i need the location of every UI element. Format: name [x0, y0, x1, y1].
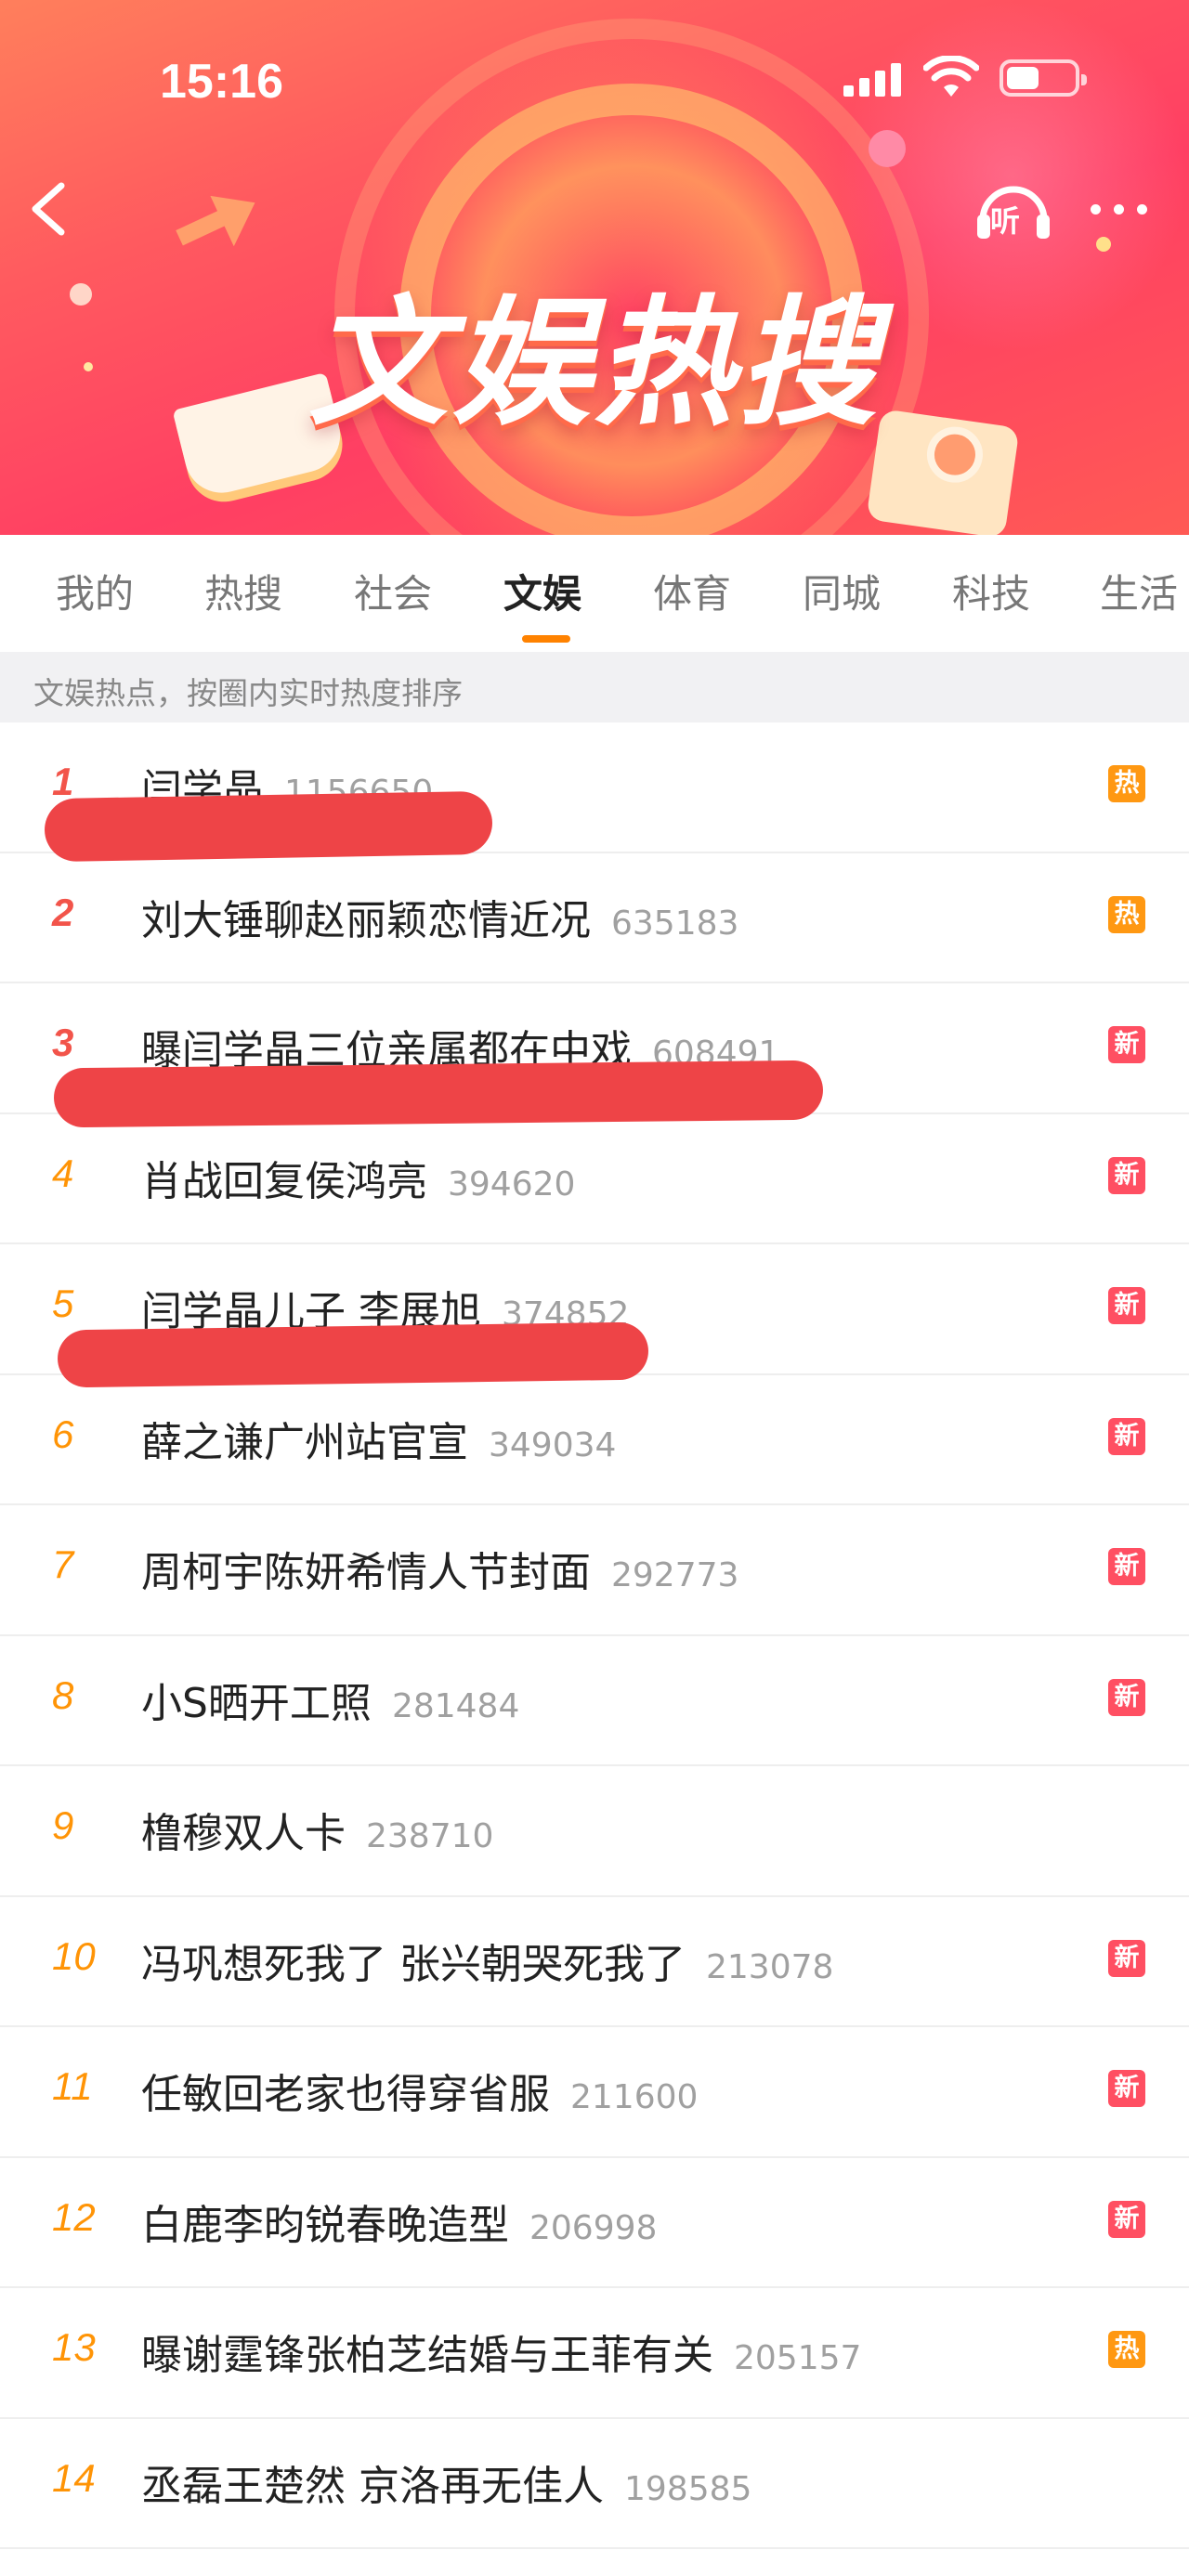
tab-society[interactable]: 社会 [354, 563, 432, 619]
rank-number: 12 [52, 2194, 96, 2239]
heat-count: 349034 [489, 1425, 617, 1464]
list-item[interactable]: 6 薛之谦广州站官宣 349034 新 [0, 1375, 1189, 1505]
topic-title: 小S晒开工照 281484 [141, 1679, 520, 1727]
list-item[interactable]: 2 刘大锤聊赵丽颖恋情近况 635183 热 [0, 853, 1189, 983]
heat-count: 211600 [570, 2078, 699, 2116]
new-badge: 新 [1108, 1287, 1145, 1324]
category-tabs: 我的 热搜 社会 文娱 体育 同城 科技 生活 [0, 535, 1189, 652]
tab-sports[interactable]: 体育 [653, 563, 731, 619]
topic-title: 橹穆双人卡 238710 [141, 1810, 494, 1857]
topic-title: 周柯宇陈妍希情人节封面 292773 [141, 1549, 739, 1596]
heat-count: 213078 [706, 1947, 834, 1986]
hot-badge: 热 [1108, 895, 1145, 933]
heat-count: 198585 [624, 2469, 752, 2508]
rank-number: 11 [52, 2064, 93, 2108]
redaction-mark [53, 1060, 824, 1128]
new-badge: 新 [1108, 1939, 1145, 1977]
tab-tech[interactable]: 科技 [952, 563, 1030, 619]
rank-number: 9 [52, 1803, 74, 1847]
list-item[interactable]: 4 肖战回复侯鸿亮 394620 新 [0, 1114, 1189, 1244]
heat-count: 205157 [734, 2339, 862, 2377]
heat-count: 394620 [448, 1164, 576, 1203]
topic-title: 任敏回老家也得穿省服 211600 [141, 2071, 699, 2118]
list-item[interactable]: 8 小S晒开工照 281484 新 [0, 1636, 1189, 1766]
rank-number: 8 [52, 1672, 74, 1717]
cellular-signal-icon [843, 59, 903, 97]
tab-hot-search[interactable]: 热搜 [204, 563, 282, 619]
new-badge: 新 [1108, 1678, 1145, 1716]
heat-count: 281484 [391, 1686, 520, 1725]
rank-number: 13 [52, 2325, 96, 2369]
decor-dot [869, 130, 906, 167]
tab-local[interactable]: 同城 [803, 563, 881, 619]
wifi-icon [923, 56, 979, 97]
rank-number: 7 [52, 1542, 74, 1586]
heat-count: 292773 [611, 1556, 739, 1594]
new-badge: 新 [1108, 1417, 1145, 1455]
new-badge: 新 [1108, 1548, 1145, 1585]
topic-title: 曝谢霆锋张柏芝结婚与王菲有关 205157 [141, 2332, 862, 2379]
rank-number: 1 [52, 760, 74, 803]
tab-life[interactable]: 生活 [1100, 563, 1178, 619]
rank-number: 5 [52, 1281, 74, 1325]
topic-title: 薛之谦广州站官宣 349034 [141, 1418, 617, 1466]
rank-number: 2 [52, 890, 74, 934]
new-badge: 新 [1108, 2200, 1145, 2238]
list-item[interactable]: 13 曝谢霆锋张柏芝结婚与王菲有关 205157 热 [0, 2288, 1189, 2419]
topic-title: 肖战回复侯鸿亮 394620 [141, 1157, 576, 1205]
section-description: 文娱热点，按圈内实时热度排序 [0, 652, 1189, 722]
status-time: 15:16 [160, 55, 283, 109]
battery-icon [1000, 59, 1087, 97]
rank-number: 14 [52, 2455, 96, 2500]
new-badge: 新 [1108, 1026, 1145, 1063]
tab-mine[interactable]: 我的 [56, 563, 134, 619]
redaction-mark [57, 1321, 649, 1388]
banner: 文娱热搜 15:16 听 [0, 0, 1189, 535]
rank-number: 10 [52, 1933, 96, 1978]
new-badge: 新 [1108, 2070, 1145, 2107]
rank-number: 3 [52, 1021, 74, 1064]
hot-badge: 热 [1108, 2331, 1145, 2368]
section-description-text: 文娱热点，按圈内实时热度排序 [33, 675, 463, 711]
list-item[interactable]: 7 周柯宇陈妍希情人节封面 292773 新 [0, 1505, 1189, 1636]
listen-label: 听 [990, 203, 1021, 239]
topic-title: 刘大锤聊赵丽颖恋情近况 635183 [141, 896, 739, 944]
heat-count: 635183 [611, 904, 739, 943]
list-item[interactable]: 11 任敏回老家也得穿省服 211600 新 [0, 2027, 1189, 2158]
topic-title: 冯巩想死我了 张兴朝哭死我了 213078 [141, 1940, 834, 1988]
hot-search-list: 1 闫学晶1156650 热 2 刘大锤聊赵丽颖恋情近况635183 热 3 曝… [0, 722, 1189, 2549]
topic-title: 丞磊王楚然 京洛再无佳人 198585 [141, 2462, 752, 2510]
listen-button[interactable]: 听 [973, 172, 1053, 246]
new-badge: 新 [1108, 1156, 1145, 1194]
list-item[interactable]: 9 橹穆双人卡 238710 [0, 1766, 1189, 1897]
rank-number: 4 [52, 1151, 74, 1195]
active-tab-indicator [522, 635, 570, 643]
heat-count: 206998 [529, 2208, 658, 2247]
list-item[interactable]: 10 冯巩想死我了 张兴朝哭死我了 213078 新 [0, 1897, 1189, 2027]
back-arrow-icon[interactable] [20, 176, 76, 241]
topic-title: 白鹿李昀锐春晚造型 206998 [141, 2201, 658, 2249]
list-item[interactable]: 14 丞磊王楚然 京洛再无佳人 198585 [0, 2419, 1189, 2549]
list-item[interactable]: 12 白鹿李昀锐春晚造型 206998 新 [0, 2158, 1189, 2288]
decor-dot [1096, 237, 1111, 252]
hot-badge: 热 [1108, 765, 1145, 802]
more-options-button[interactable] [1089, 195, 1154, 223]
redaction-mark [44, 790, 493, 863]
banner-title: 文娱热搜 [307, 283, 881, 445]
heat-count: 238710 [366, 1817, 494, 1855]
tab-entertainment[interactable]: 文娱 [503, 563, 581, 619]
rank-number: 6 [52, 1412, 74, 1456]
